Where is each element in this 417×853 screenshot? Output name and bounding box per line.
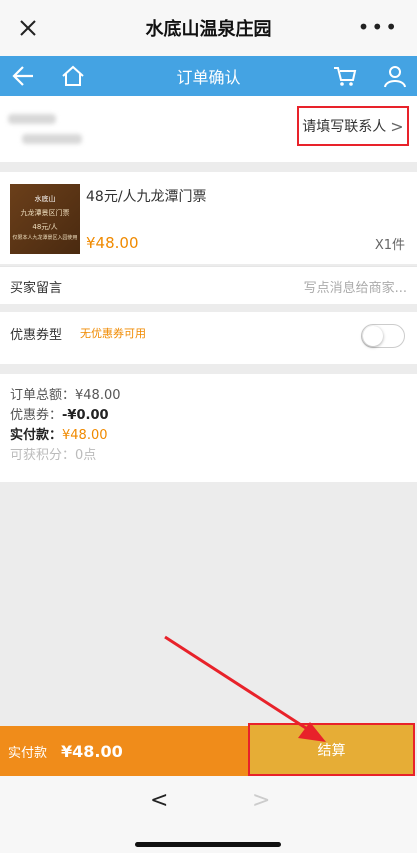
home-indicator xyxy=(135,842,281,847)
buyer-message-row[interactable]: 买家留言 写点消息给商家... xyxy=(0,266,417,304)
coupon-note: 无优惠券可用 xyxy=(80,327,146,340)
pay-amount: ¥48.00 xyxy=(61,741,123,761)
ticket-line2: 48元/人 xyxy=(32,223,58,231)
toggle-knob xyxy=(363,326,383,346)
home-icon[interactable] xyxy=(60,63,86,89)
checkout-bar: 实付款 ¥48.00 结算 xyxy=(0,723,417,776)
close-icon[interactable] xyxy=(14,14,42,42)
coupon-row: 优惠券型 无优惠券可用 xyxy=(0,312,417,364)
ticket-line1: 九龙潭景区门票 xyxy=(20,209,70,217)
ticket-thumbnail: 水底山 九龙潭景区门票 48元/人 仅限本人九龙潭景区入园使用 xyxy=(10,184,80,254)
back-arrow-icon[interactable] xyxy=(10,63,36,89)
product-quantity: X1件 xyxy=(374,238,405,253)
pay-label: 实付款 xyxy=(8,745,48,761)
coupon-label: 优惠券型 xyxy=(10,328,63,343)
more-icon[interactable]: ••• xyxy=(358,17,399,37)
product-price: ¥48.00 xyxy=(86,234,139,252)
product-name: 48元/人九龙潭门票 xyxy=(86,189,207,205)
ticket-logo: 水底山 xyxy=(34,195,56,203)
coupon-toggle[interactable] xyxy=(361,324,405,348)
checkout-button[interactable]: 结算 xyxy=(248,723,415,776)
browser-forward-icon[interactable]: > xyxy=(252,788,270,813)
blurred-contact-name xyxy=(8,114,56,124)
product-card: 水底山 九龙潭景区门票 48元/人 仅限本人九龙潭景区入园使用 48元/人九龙潭… xyxy=(0,172,417,264)
cart-icon[interactable] xyxy=(332,63,358,89)
blurred-contact-phone xyxy=(22,134,82,144)
window-title: 水底山温泉庄园 xyxy=(145,19,272,40)
summary-coupon: 优惠券：-¥0.00 xyxy=(10,408,109,423)
browser-back-icon[interactable]: < xyxy=(150,788,168,813)
title-bar: 水底山温泉庄园 ••• xyxy=(0,0,417,56)
nav-bar: 订单确认 xyxy=(0,56,417,96)
chevron-right-icon: > xyxy=(390,116,404,136)
summary-total: 订单总额：¥48.00 xyxy=(10,388,121,403)
page-title: 订单确认 xyxy=(176,68,241,87)
summary-points: 可获积分：0点 xyxy=(10,448,97,463)
buyer-message-input[interactable]: 写点消息给商家... xyxy=(304,277,407,296)
summary-paid: 实付款：¥48.00 xyxy=(10,428,108,443)
paid-amount-box: 实付款 ¥48.00 xyxy=(0,726,250,776)
fill-contact-link[interactable]: 请填写联系人 > xyxy=(297,106,409,146)
buyer-message-label: 买家留言 xyxy=(10,281,63,296)
order-summary: 订单总额：¥48.00 优惠券：-¥0.00 实付款：¥48.00 可获积分：0… xyxy=(0,374,417,482)
user-icon[interactable] xyxy=(382,63,408,89)
ticket-line3: 仅限本人九龙潭景区入园使用 xyxy=(12,235,78,241)
fill-contact-label: 请填写联系人 xyxy=(302,119,387,135)
